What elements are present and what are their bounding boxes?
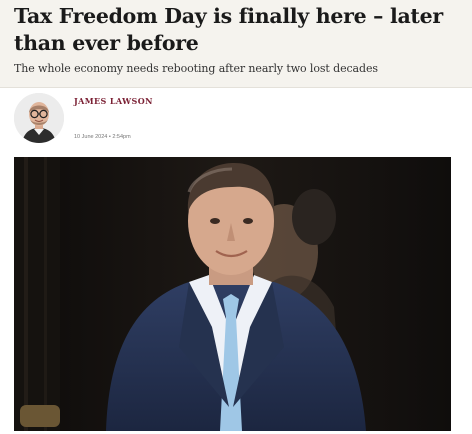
author-photo (14, 93, 64, 143)
hero-image (14, 157, 451, 431)
author-avatar[interactable] (14, 93, 64, 143)
article-standfirst: The whole economy needs rebooting after … (14, 62, 378, 75)
author-name-link[interactable]: JAMES LAWSON (74, 96, 153, 106)
hero-photo (14, 157, 451, 431)
header-divider (0, 87, 472, 88)
article-headline: Tax Freedom Day is finally here – later … (14, 4, 443, 55)
publish-date: 10 June 2024 • 2:54pm (74, 134, 131, 140)
